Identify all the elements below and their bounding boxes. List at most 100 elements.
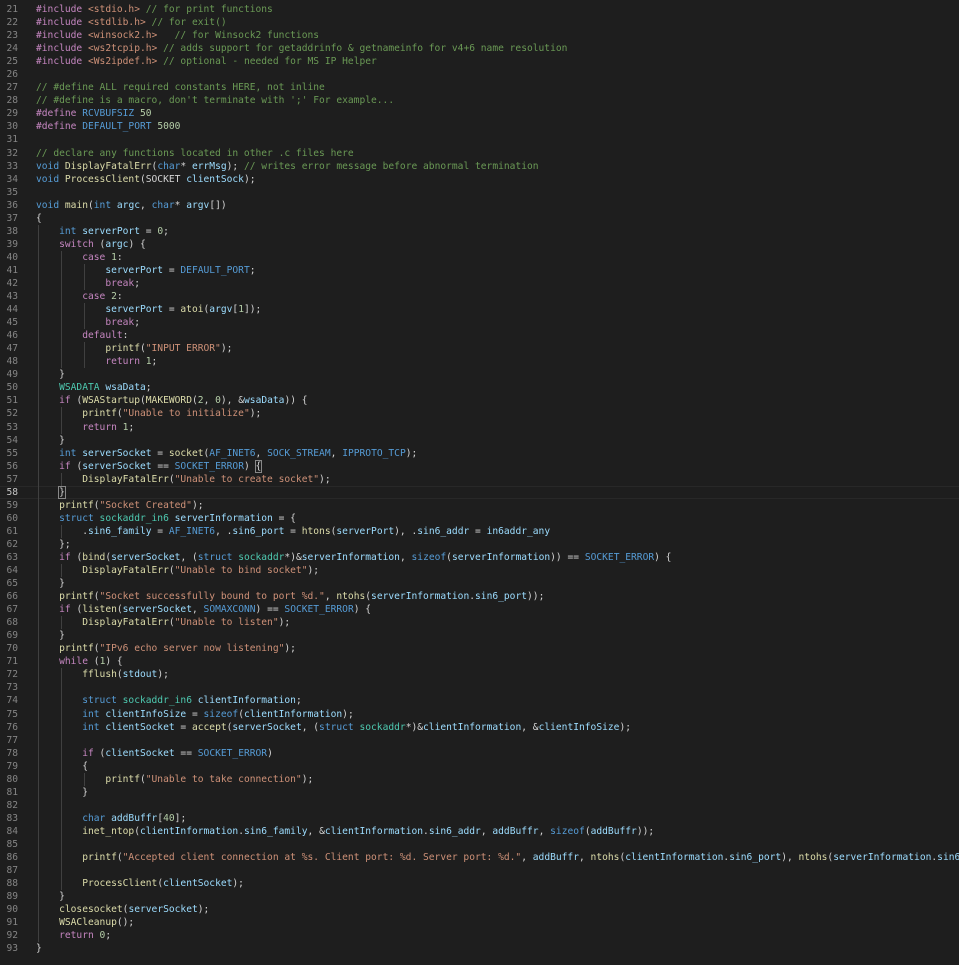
code-line[interactable]: 31 [0, 133, 959, 146]
code-line[interactable]: 46 default: [0, 329, 959, 343]
code-line[interactable]: 75 int clientInfoSize = sizeof(clientInf… [0, 707, 959, 721]
code-line[interactable]: 34 void ProcessClient(SOCKET clientSock); [0, 173, 959, 186]
code-line[interactable]: 65 } [0, 577, 959, 591]
code-token: if [59, 604, 71, 616]
code-token: struct [82, 695, 117, 707]
code-line[interactable]: 54 } [0, 433, 959, 447]
code-line[interactable]: 63 if (bind(serverSocket, (struct sockad… [0, 550, 959, 565]
code-line[interactable]: 88 ProcessClient(clientSocket); [0, 877, 959, 891]
code-token: )); [527, 591, 545, 603]
code-line[interactable]: 32 // declare any functions located in ot… [0, 147, 959, 160]
code-line[interactable]: 47 printf("INPUT ERROR"); [0, 342, 959, 356]
code-line[interactable]: 86 printf("Accepted client connection at… [0, 851, 959, 865]
code-line[interactable]: 78 if (clientSocket == SOCKET_ERROR) [0, 746, 959, 760]
code-token: } [36, 891, 65, 903]
code-line[interactable]: 30 #define DEFAULT_PORT 5000 [0, 120, 959, 133]
code-line[interactable]: 91 WSACleanup(); [0, 916, 959, 930]
code-token: = [151, 525, 169, 537]
code-line[interactable]: 84 inet_ntop(clientInformation.sin6_fami… [0, 824, 959, 838]
code-line[interactable]: 73 [0, 681, 959, 695]
code-line[interactable]: 59 printf("Socket Created"); [0, 498, 959, 512]
code-token: char [157, 160, 181, 172]
code-line[interactable]: 57 DisplayFatalErr("Unable to create soc… [0, 472, 959, 486]
code-line[interactable]: 28 // #define is a macro, don't terminate… [0, 94, 959, 107]
code-line[interactable]: 82 [0, 798, 959, 812]
code-line[interactable]: 69 } [0, 629, 959, 643]
code-line[interactable]: 83 char addBuffr[40]; [0, 811, 959, 825]
code-line[interactable]: 25 #include <Ws2ipdef.h> // optional - ne… [0, 55, 959, 68]
code-line[interactable]: 56 if (serverSocket == SOCKET_ERROR) { [0, 459, 959, 473]
code-line[interactable]: 39 switch (argc) { [0, 237, 959, 251]
line-number: 57 [6, 473, 18, 485]
code-editor[interactable]: 21 #include <stdio.h> // for print functi… [0, 0, 959, 965]
line-text: printf("Accepted client connection at %s… [36, 851, 959, 864]
code-area[interactable]: 21 #include <stdio.h> // for print functi… [0, 3, 959, 955]
code-token: int [82, 708, 100, 720]
code-line[interactable]: 87 [0, 864, 959, 878]
code-line[interactable]: 50 WSADATA wsaData; [0, 381, 959, 395]
code-line[interactable]: 76 int clientSocket = accept(serverSocke… [0, 720, 959, 734]
code-line[interactable]: 45 break; [0, 316, 959, 330]
code-line[interactable]: 61 .sin6_family = AF_INET6, .sin6_port =… [0, 524, 959, 538]
code-line[interactable]: 35 [0, 186, 959, 199]
code-line[interactable]: 23 #include <winsock2.h> // for Winsock2 … [0, 29, 959, 42]
code-line[interactable]: 68 DisplayFatalErr("Unable to listen"); [0, 616, 959, 630]
code-token: <stdlib.h> [88, 17, 146, 29]
code-line[interactable]: 81 } [0, 785, 959, 799]
line-text: break; [36, 277, 140, 290]
code-line[interactable]: 26 [0, 68, 959, 81]
code-token: DEFAULT_PORT [180, 264, 250, 276]
code-line[interactable]: 62 }; [0, 537, 959, 551]
code-line[interactable]: 60 struct sockaddr_in6 serverInformation… [0, 511, 959, 525]
code-line[interactable]: 70 printf("IPv6 echo server now listenin… [0, 642, 959, 656]
line-number: 69 [6, 630, 18, 642]
code-line[interactable]: 38 int serverPort = 0; [0, 224, 959, 238]
line-text: #include <stdlib.h> // for exit() [36, 16, 227, 29]
code-line[interactable]: 29 #define RCVBUFSIZ 50 [0, 107, 959, 120]
code-line[interactable]: 77 [0, 733, 959, 747]
code-line[interactable]: 43 case 2: [0, 290, 959, 304]
line-text: printf("Unable to initialize"); [36, 407, 261, 420]
code-line[interactable]: 49 } [0, 368, 959, 382]
code-token: clientInformation [324, 825, 424, 837]
indent-guide [38, 681, 39, 695]
code-line[interactable]: 42 break; [0, 276, 959, 291]
code-line[interactable]: 21 #include <stdio.h> // for print functi… [0, 3, 959, 16]
line-text: void main(int argc, char* argv[]) [36, 199, 227, 212]
code-line[interactable]: 51 if (WSAStartup(MAKEWORD(2, 0), &wsaDa… [0, 394, 959, 408]
code-line[interactable]: 27 // #define ALL required constants HERE… [0, 81, 959, 94]
code-line[interactable]: 66 printf("Socket successfully bound to … [0, 590, 959, 604]
code-line[interactable]: 80 printf("Unable to take connection"); [0, 772, 959, 786]
code-line[interactable]: 41 serverPort = DEFAULT_PORT; [0, 263, 959, 277]
code-line[interactable]: 93} [0, 942, 959, 955]
line-number: 81 [6, 786, 18, 798]
code-token: // #define ALL required constants HERE, … [36, 82, 325, 94]
code-line[interactable]: 55 int serverSocket = socket(AF_INET6, S… [0, 446, 959, 460]
code-token: errMsg [191, 160, 227, 172]
code-line[interactable]: 33 void DisplayFatalErr(char* errMsg); //… [0, 160, 959, 173]
code-token: serverSocket [232, 721, 302, 733]
code-line[interactable]: 58 } [0, 485, 959, 499]
code-line[interactable]: 74 struct sockaddr_in6 clientInformation… [0, 694, 959, 708]
code-line[interactable]: 44 serverPort = atoi(argv[1]); [0, 303, 959, 317]
code-line[interactable]: 71 while (1) { [0, 655, 959, 669]
code-line[interactable]: 72 fflush(stdout); [0, 668, 959, 682]
code-line[interactable]: 85 [0, 838, 959, 852]
code-line[interactable]: 37 { [0, 212, 959, 225]
code-line[interactable]: 22 #include <stdlib.h> // for exit() [0, 16, 959, 29]
code-line[interactable]: 52 printf("Unable to initialize"); [0, 407, 959, 421]
code-line[interactable]: 53 return 1; [0, 420, 959, 434]
code-line[interactable]: 92 return 0; [0, 929, 959, 943]
code-line[interactable]: 67 if (listen(serverSocket, SOMAXCONN) =… [0, 603, 959, 617]
code-line[interactable]: 79 { [0, 759, 959, 773]
code-line[interactable]: 36 void main(int argc, char* argv[]) [0, 199, 959, 212]
line-number: 36 [6, 199, 18, 211]
code-line[interactable]: 24 #include <ws2tcpip.h> // adds support … [0, 42, 959, 55]
code-line[interactable]: 90 closesocket(serverSocket); [0, 903, 959, 917]
code-line[interactable]: 40 case 1: [0, 250, 959, 264]
code-line[interactable]: 48 return 1; [0, 355, 959, 369]
code-line[interactable]: 64 DisplayFatalErr("Unable to bind socke… [0, 564, 959, 578]
code-token: sin6_port [232, 525, 285, 537]
code-line[interactable]: 89 } [0, 890, 959, 904]
